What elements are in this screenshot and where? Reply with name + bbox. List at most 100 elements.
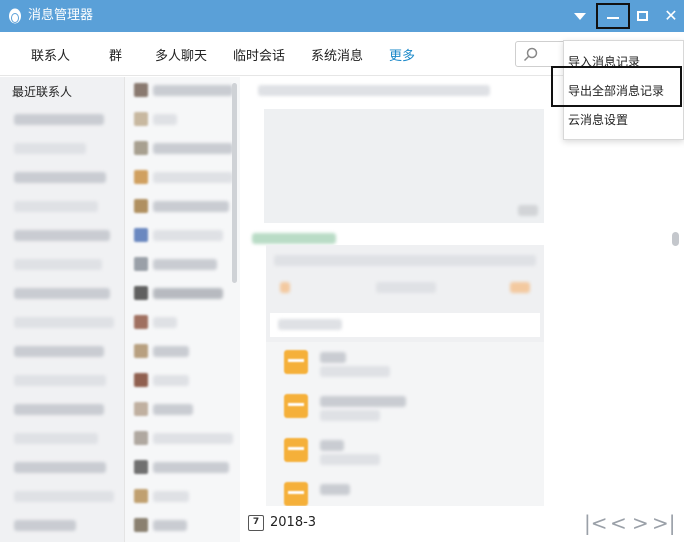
message-header: [258, 85, 490, 96]
tab-contacts[interactable]: 联系人: [31, 45, 70, 64]
avatar: [134, 141, 148, 155]
list-item[interactable]: [153, 114, 177, 125]
first-page-icon[interactable]: |<: [584, 513, 608, 533]
file-row[interactable]: [266, 386, 544, 430]
file-card-tag: [510, 282, 530, 293]
list-item[interactable]: [153, 85, 233, 96]
list-item[interactable]: [14, 375, 106, 386]
list-item[interactable]: [14, 114, 104, 125]
list-item[interactable]: [153, 172, 233, 183]
list-item[interactable]: [14, 404, 104, 415]
minimize-icon: [607, 17, 619, 19]
list-item[interactable]: [153, 462, 229, 473]
close-icon: ✕: [664, 6, 678, 25]
search-icon: [523, 47, 538, 62]
file-row[interactable]: [266, 342, 544, 386]
next-page-icon[interactable]: >: [632, 513, 649, 533]
window-menu-button[interactable]: [565, 4, 595, 28]
file-meta: [320, 454, 380, 465]
folder-icon: [284, 438, 308, 462]
list-item[interactable]: [14, 201, 98, 212]
prev-page-icon[interactable]: <: [610, 513, 627, 533]
dropdown-arrow-icon: [574, 12, 586, 20]
conversation-list: [124, 77, 240, 542]
file-meta: [320, 366, 390, 377]
list-item[interactable]: [153, 346, 189, 357]
contact-list: 最近联系人: [0, 77, 124, 542]
recent-contacts-label[interactable]: 最近联系人: [12, 83, 72, 100]
list-item[interactable]: [14, 288, 110, 299]
close-button[interactable]: ✕: [656, 4, 684, 28]
avatar: [134, 431, 148, 445]
list-item[interactable]: [14, 230, 110, 241]
conversation-scrollbar[interactable]: [232, 83, 237, 283]
tab-system-messages[interactable]: 系统消息: [311, 45, 363, 64]
list-item[interactable]: [153, 143, 233, 154]
avatar: [134, 112, 148, 126]
file-row[interactable]: [266, 474, 544, 506]
tab-more[interactable]: 更多: [389, 45, 415, 64]
list-item[interactable]: [153, 491, 189, 502]
search-input[interactable]: [515, 41, 567, 67]
folder-icon: [284, 394, 308, 418]
file-search-text: [278, 319, 342, 330]
avatar: [134, 344, 148, 358]
list-item[interactable]: [153, 375, 189, 386]
calendar-icon[interactable]: 7: [248, 515, 264, 531]
bottom-bar: 7 2018-3 |< < > >|: [240, 506, 684, 542]
export-highlight-box: [551, 66, 682, 107]
list-item[interactable]: [153, 259, 217, 270]
last-page-icon[interactable]: >|: [652, 513, 676, 533]
list-item[interactable]: [153, 230, 223, 241]
file-row[interactable]: [266, 430, 544, 474]
list-item[interactable]: [14, 433, 98, 444]
maximize-icon: [636, 11, 648, 21]
list-item[interactable]: [153, 404, 193, 415]
file-name: [320, 484, 350, 495]
avatar: [134, 489, 148, 503]
file-meta: [320, 410, 380, 421]
list-item[interactable]: [14, 491, 114, 502]
avatar: [134, 518, 148, 532]
avatar: [134, 228, 148, 242]
tab-temp-session[interactable]: 临时会话: [233, 45, 285, 64]
message-bubble: [264, 109, 544, 223]
avatar: [134, 373, 148, 387]
file-card-header: [274, 255, 536, 266]
file-card-tag: [280, 282, 290, 293]
tab-multi-chat[interactable]: 多人聊天: [155, 45, 207, 64]
file-card-title: [376, 282, 436, 293]
tab-groups[interactable]: 群: [109, 45, 122, 64]
list-item[interactable]: [14, 259, 102, 270]
list-item[interactable]: [14, 462, 106, 473]
avatar: [134, 199, 148, 213]
file-name: [320, 352, 346, 363]
list-item[interactable]: [14, 317, 114, 328]
list-item[interactable]: [153, 433, 233, 444]
avatar: [134, 460, 148, 474]
list-item[interactable]: [14, 346, 104, 357]
qq-penguin-logo-icon: [9, 8, 21, 24]
folder-icon: [284, 350, 308, 374]
title-bar: 消息管理器 ✕: [0, 0, 684, 32]
maximize-button[interactable]: [627, 4, 657, 28]
list-item[interactable]: [153, 288, 223, 299]
message-meta: [518, 205, 538, 216]
sender-name: [252, 233, 336, 244]
cloud-message-settings-item[interactable]: 云消息设置: [568, 111, 628, 128]
avatar: [134, 170, 148, 184]
list-item[interactable]: [14, 143, 86, 154]
current-date: 2018-3: [270, 515, 317, 530]
list-item[interactable]: [153, 201, 229, 212]
list-item[interactable]: [153, 317, 177, 328]
avatar: [134, 402, 148, 416]
minimize-button[interactable]: [596, 3, 630, 29]
list-item[interactable]: [14, 520, 76, 531]
folder-icon: [284, 482, 308, 506]
list-item[interactable]: [153, 520, 187, 531]
list-item[interactable]: [14, 172, 106, 183]
message-scrollbar[interactable]: [672, 232, 679, 246]
avatar: [134, 286, 148, 300]
avatar: [134, 315, 148, 329]
avatar: [134, 83, 148, 97]
